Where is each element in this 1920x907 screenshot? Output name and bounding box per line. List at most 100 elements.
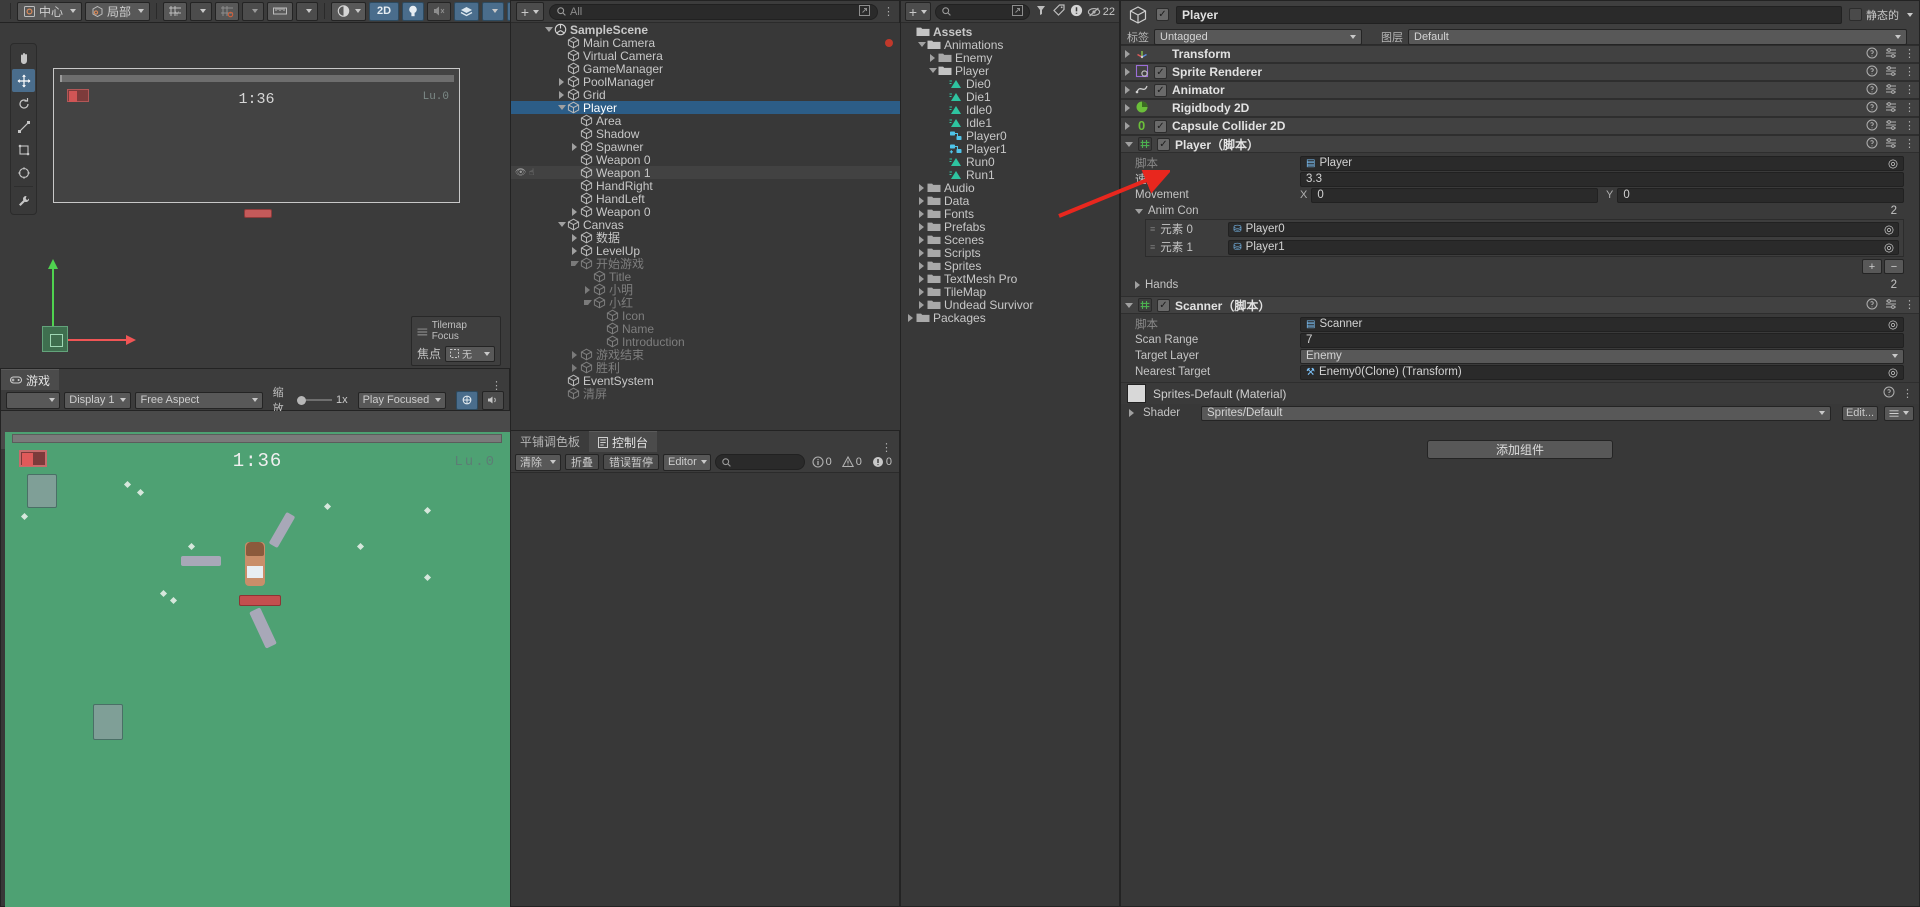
hierarchy-row[interactable]: Grid: [511, 88, 901, 101]
game-view-render[interactable]: 1:36 Lu.0: [5, 432, 510, 907]
component-header-capsule-collider-2d[interactable]: 0✓Capsule Collider 2D⋮: [1121, 117, 1919, 135]
console-collapse-button[interactable]: 折叠: [565, 454, 599, 470]
visibility-eye-icon[interactable]: 👁: [515, 167, 526, 178]
expand-arrow-icon[interactable]: [919, 249, 924, 257]
field-anim-con-header[interactable]: Anim Con 2: [1121, 203, 1919, 219]
gizmo-y-axis[interactable]: [52, 268, 54, 333]
hierarchy-row[interactable]: 游戏结束: [511, 348, 901, 361]
hierarchy-row[interactable]: GameManager: [511, 62, 901, 75]
help-icon[interactable]: [1866, 298, 1878, 313]
effects-dropdown[interactable]: [482, 2, 504, 21]
project-row[interactable]: Animations: [901, 38, 1119, 51]
hierarchy-row[interactable]: Introduction: [511, 335, 901, 348]
shader-dropdown[interactable]: Sprites/Default: [1201, 406, 1831, 421]
component-menu-icon[interactable]: ⋮: [1904, 301, 1915, 309]
lighting-toggle-button[interactable]: [402, 2, 424, 21]
mute-audio-button[interactable]: [482, 391, 504, 410]
preset-icon[interactable]: [1885, 101, 1897, 116]
hierarchy-search-input[interactable]: All: [549, 4, 878, 20]
collapse-arrow-icon[interactable]: [1135, 209, 1143, 214]
hierarchy-row[interactable]: 开始游戏: [511, 257, 901, 270]
expand-arrow-icon[interactable]: [585, 286, 590, 294]
anim-con-item-value[interactable]: ⛁Player1 ◎: [1228, 240, 1899, 255]
project-row[interactable]: Enemy: [901, 51, 1119, 64]
grid-size-dropdown[interactable]: [296, 2, 318, 21]
project-row[interactable]: Run0: [901, 155, 1119, 168]
transform-tool-button[interactable]: [12, 161, 35, 184]
material-menu-icon[interactable]: ⋮: [1902, 390, 1913, 398]
grid-snapping-button[interactable]: Y: [163, 2, 187, 21]
preset-icon[interactable]: [1885, 298, 1897, 313]
object-picker-icon[interactable]: ◎: [1888, 156, 1898, 170]
component-header-player-script[interactable]: ✓ Player（脚本） ⋮: [1121, 135, 1919, 153]
hierarchy-row[interactable]: Main Camera: [511, 36, 901, 49]
expand-arrow-icon[interactable]: [1125, 104, 1130, 112]
expand-arrow-icon[interactable]: [919, 236, 924, 244]
shader-options-button[interactable]: [1884, 406, 1914, 421]
object-picker-icon[interactable]: ◎: [1888, 317, 1898, 331]
expand-arrow-icon[interactable]: [572, 364, 577, 372]
help-icon[interactable]: [1866, 65, 1878, 80]
material-header[interactable]: Sprites-Default (Material) ⋮: [1121, 382, 1919, 404]
preset-icon[interactable]: [1885, 137, 1897, 152]
project-row[interactable]: Assets: [901, 25, 1119, 38]
collapse-arrow-icon[interactable]: [545, 27, 553, 32]
field-movement-x[interactable]: X0: [1300, 188, 1598, 203]
object-picker-icon[interactable]: ◎: [1884, 222, 1894, 236]
project-hidden-count[interactable]: 22: [1087, 6, 1115, 18]
component-menu-icon[interactable]: ⋮: [1904, 86, 1915, 94]
grid-snap-dropdown[interactable]: [190, 2, 212, 21]
project-row[interactable]: Player1: [901, 142, 1119, 155]
hierarchy-row[interactable]: Icon: [511, 309, 901, 322]
expand-arrow-icon[interactable]: [1125, 122, 1130, 130]
collapse-arrow-icon[interactable]: [929, 68, 937, 73]
rect-tool-button[interactable]: [12, 138, 35, 161]
drag-handle-icon[interactable]: ≡: [1150, 224, 1154, 234]
hierarchy-row[interactable]: EventSystem: [511, 374, 901, 387]
object-picker-icon[interactable]: ◎: [1888, 365, 1898, 379]
help-icon[interactable]: [1883, 386, 1895, 401]
project-filter-label-icon[interactable]: [1052, 3, 1066, 20]
tilemap-focus-dropdown[interactable]: 无: [445, 346, 495, 362]
component-menu-icon[interactable]: ⋮: [1904, 122, 1915, 130]
hand-tool-button[interactable]: [12, 46, 35, 69]
project-row[interactable]: TextMesh Pro: [901, 272, 1119, 285]
expand-arrow-icon[interactable]: [919, 288, 924, 296]
project-row[interactable]: Undead Survivor: [901, 298, 1119, 311]
expand-arrow-icon[interactable]: [572, 351, 577, 359]
project-add-button[interactable]: +: [905, 2, 931, 21]
expand-arrow-icon[interactable]: [1135, 281, 1140, 289]
component-menu-icon[interactable]: ⋮: [1904, 68, 1915, 76]
project-row[interactable]: Player: [901, 64, 1119, 77]
project-row[interactable]: Fonts: [901, 207, 1119, 220]
hierarchy-row[interactable]: HandLeft: [511, 192, 901, 205]
aspect-ratio-dropdown[interactable]: Free Aspect: [135, 392, 262, 409]
component-enabled-checkbox[interactable]: ✓: [1157, 299, 1170, 312]
object-name-input[interactable]: Player: [1176, 6, 1842, 24]
expand-arrow-icon[interactable]: [572, 234, 577, 242]
project-row[interactable]: TileMap: [901, 285, 1119, 298]
tag-dropdown[interactable]: Untagged: [1154, 29, 1362, 45]
help-icon[interactable]: [1866, 101, 1878, 116]
hierarchy-tree[interactable]: SampleSceneMain CameraVirtual CameraGame…: [511, 23, 901, 431]
hierarchy-row[interactable]: LevelUp: [511, 244, 901, 257]
anim-con-item[interactable]: ≡ 元素 1 ⛁Player1 ◎: [1146, 238, 1903, 256]
expand-arrow-icon[interactable]: [1125, 86, 1130, 94]
project-row[interactable]: Idle1: [901, 116, 1119, 129]
hierarchy-row[interactable]: Canvas: [511, 218, 901, 231]
hierarchy-row[interactable]: 👁☝Weapon 1: [511, 166, 901, 179]
project-row[interactable]: Player0: [901, 129, 1119, 142]
hierarchy-row[interactable]: Player: [511, 101, 901, 114]
object-picker-icon[interactable]: ◎: [1884, 240, 1894, 254]
effects-toggle-button[interactable]: [454, 2, 479, 21]
preset-icon[interactable]: [1885, 47, 1897, 62]
field-scanner-script-value[interactable]: ▤Scanner ◎: [1300, 317, 1904, 332]
scene-canvas[interactable]: 1:36 Lu.0: [0, 23, 510, 376]
project-row[interactable]: Die1: [901, 90, 1119, 103]
project-row[interactable]: Scenes: [901, 233, 1119, 246]
scale-tool-button[interactable]: [12, 115, 35, 138]
component-enabled-checkbox[interactable]: ✓: [1154, 120, 1167, 133]
preset-icon[interactable]: [1885, 83, 1897, 98]
field-hands-header[interactable]: Hands 2: [1121, 276, 1919, 294]
console-search-input[interactable]: [715, 454, 805, 470]
